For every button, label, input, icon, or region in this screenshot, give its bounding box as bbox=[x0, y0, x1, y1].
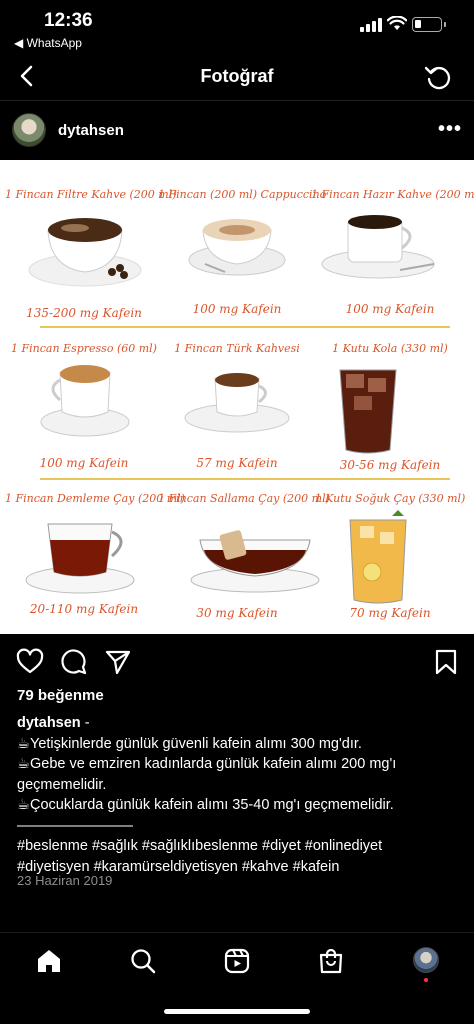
drink-label: 1 Kutu Kola (330 ml) bbox=[332, 342, 448, 355]
drink-label: 1 Fincan Hazır Kahve (200 ml) bbox=[311, 188, 474, 201]
caption-line: ☕Yetişkinlerde günlük güvenli kafein alı… bbox=[17, 735, 362, 752]
teabag-tea-illustration bbox=[190, 530, 320, 593]
instant-coffee-illustration bbox=[321, 215, 435, 279]
drink-label: 1 Kutu Soğuk Çay (330 ml) bbox=[314, 492, 466, 505]
caffeine-amount: 70 mg Kafein bbox=[349, 606, 431, 620]
caption-line: ☕Çocuklarda günlük kafein alımı 35-40 mg… bbox=[17, 797, 394, 813]
more-options-icon[interactable]: ••• bbox=[438, 118, 462, 141]
notification-dot bbox=[424, 978, 428, 982]
caption-separator: ———————— bbox=[17, 817, 133, 834]
refresh-icon[interactable] bbox=[423, 62, 453, 92]
page-title: Fotoğraf bbox=[200, 66, 274, 86]
turkish-coffee-illustration bbox=[184, 373, 290, 433]
status-bar: 12:36 ◀ WhatsApp bbox=[0, 0, 474, 54]
filter-coffee-illustration bbox=[28, 218, 142, 287]
caffeine-amount: 100 mg Kafein bbox=[192, 302, 282, 316]
post-header: dytahsen ••• bbox=[0, 108, 474, 154]
caffeine-amount: 57 mg Kafein bbox=[196, 456, 278, 470]
drink-label: 1 Fincan (200 ml) Cappuccino bbox=[158, 188, 327, 201]
cappuccino-illustration bbox=[188, 219, 286, 276]
caffeine-amount: 100 mg Kafein bbox=[345, 302, 435, 316]
drink-illustrations bbox=[25, 215, 435, 604]
caption-username[interactable]: dytahsen bbox=[17, 715, 81, 731]
home-icon[interactable] bbox=[35, 947, 63, 975]
top-header: Fotoğraf bbox=[0, 54, 474, 100]
espresso-illustration bbox=[40, 365, 130, 437]
caption-line: ☕Gebe ve emziren kadınlarda günlük kafei… bbox=[17, 756, 397, 793]
cola-glass-illustration bbox=[339, 369, 397, 454]
drink-label: 1 Fincan Espresso (60 ml) bbox=[11, 342, 157, 355]
caffeine-amount: 100 mg Kafein bbox=[39, 456, 129, 470]
row-divider-2 bbox=[40, 478, 450, 480]
home-indicator[interactable] bbox=[164, 1009, 310, 1014]
reels-icon[interactable] bbox=[223, 947, 251, 975]
caffeine-amount: 20-110 mg Kafein bbox=[29, 602, 139, 616]
back-to-app-link[interactable]: ◀ WhatsApp bbox=[14, 36, 82, 50]
post-actions bbox=[0, 640, 474, 680]
status-time: 12:36 bbox=[44, 10, 93, 31]
bookmark-icon[interactable] bbox=[432, 648, 460, 676]
caffeine-amount: 30 mg Kafein bbox=[196, 606, 278, 620]
signal-icon bbox=[360, 18, 382, 32]
avatar[interactable] bbox=[12, 113, 46, 147]
likes-count[interactable]: 79 beğenme bbox=[17, 687, 104, 704]
shop-icon[interactable] bbox=[317, 947, 345, 975]
iced-tea-illustration bbox=[349, 510, 407, 604]
comment-icon[interactable] bbox=[60, 648, 88, 676]
share-icon[interactable] bbox=[104, 648, 132, 676]
post-caption: dytahsen - ☕Yetişkinlerde günlük güvenli… bbox=[17, 713, 462, 877]
profile-avatar[interactable] bbox=[413, 947, 439, 973]
post-image[interactable]: 1 Fincan Filtre Kahve (200 ml) 135-200 m… bbox=[0, 160, 474, 634]
heart-icon[interactable] bbox=[16, 648, 44, 676]
post-date: 23 Haziran 2019 bbox=[17, 873, 113, 888]
drink-label: 1 Fincan Filtre Kahve (200 ml) bbox=[5, 188, 177, 201]
search-icon[interactable] bbox=[129, 947, 157, 975]
caffeine-amount: 30-56 mg Kafein bbox=[339, 458, 441, 472]
drink-label: 1 Fincan Demleme Çay (200 ml) bbox=[5, 492, 185, 505]
post-username[interactable]: dytahsen bbox=[58, 122, 124, 139]
battery-icon bbox=[412, 17, 446, 32]
header-divider bbox=[0, 100, 474, 101]
brewed-tea-illustration bbox=[25, 523, 135, 594]
wifi-icon bbox=[387, 16, 407, 30]
hashtags[interactable]: #beslenme #sağlık #sağlıklıbeslenme #diy… bbox=[17, 836, 462, 857]
drink-label: 1 Fincan Sallama Çay (200 ml) bbox=[158, 492, 330, 505]
row-divider-1 bbox=[40, 326, 450, 328]
caffeine-amount: 135-200 mg Kafein bbox=[26, 306, 142, 320]
caption-suffix: - bbox=[80, 715, 90, 731]
drink-label: 1 Fincan Türk Kahvesi bbox=[174, 342, 300, 355]
